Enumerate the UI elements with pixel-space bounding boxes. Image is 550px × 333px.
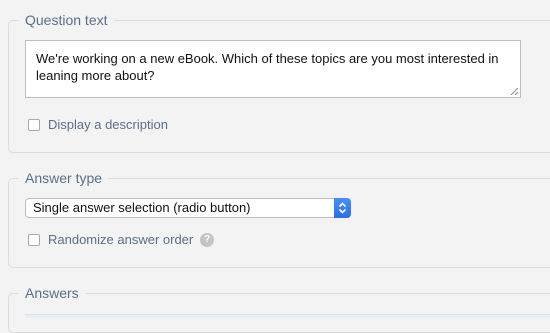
answers-list-container bbox=[25, 314, 550, 318]
randomize-order-option[interactable]: Randomize answer order ? bbox=[28, 232, 215, 248]
question-text-input[interactable]: We're working on a new eBook. Which of t… bbox=[25, 40, 521, 98]
question-text-legend: Question text bbox=[19, 11, 114, 29]
answers-legend: Answers bbox=[19, 284, 85, 302]
question-mark-icon[interactable]: ? bbox=[200, 233, 215, 247]
answer-type-legend: Answer type bbox=[19, 169, 109, 187]
resize-grip-icon[interactable] bbox=[510, 87, 518, 95]
answers-section: Answers bbox=[8, 284, 550, 333]
display-description-label[interactable]: Display a description bbox=[48, 117, 168, 133]
randomize-order-checkbox[interactable] bbox=[28, 234, 40, 246]
question-text-value: We're working on a new eBook. Which of t… bbox=[36, 51, 503, 83]
chevron-up-down-icon[interactable] bbox=[334, 198, 351, 218]
display-description-checkbox[interactable] bbox=[28, 119, 40, 131]
answer-type-selected-value: Single answer selection (radio button) bbox=[33, 200, 251, 215]
randomize-order-label[interactable]: Randomize answer order bbox=[48, 232, 193, 248]
answer-type-section: Answer type bbox=[8, 169, 550, 268]
display-description-option[interactable]: Display a description bbox=[28, 117, 168, 133]
answer-type-select[interactable]: Single answer selection (radio button) bbox=[25, 198, 351, 218]
